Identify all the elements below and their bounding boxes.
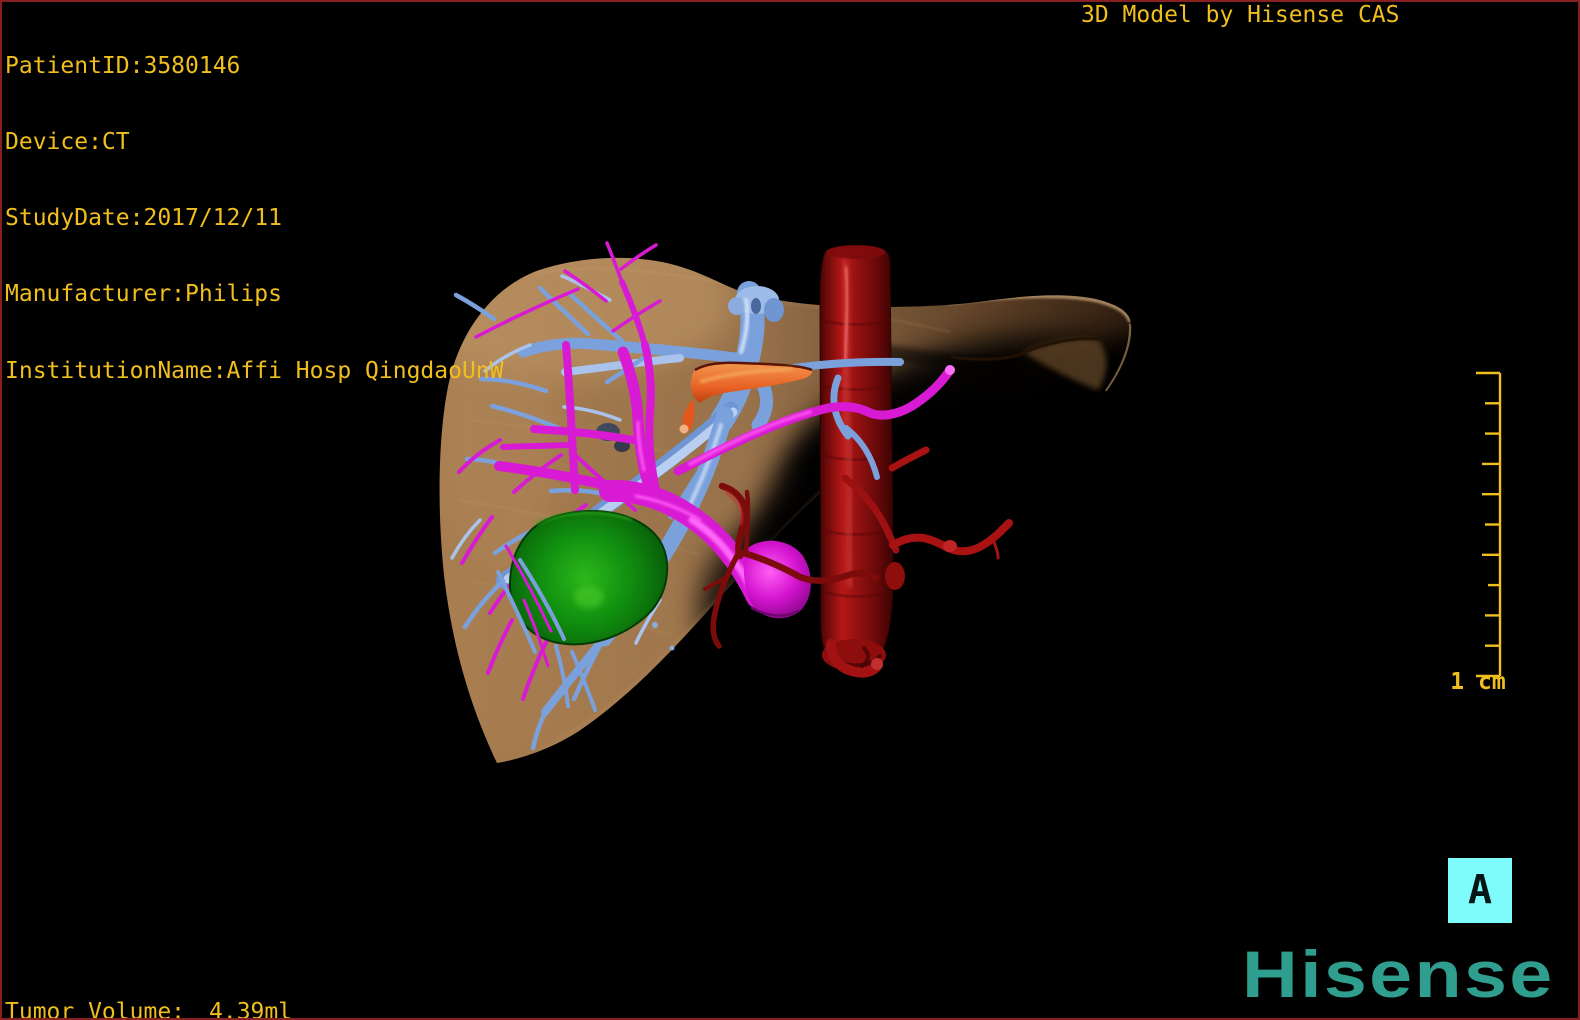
device-line: Device:CT — [5, 129, 130, 156]
aorta-branches[interactable] — [885, 446, 1013, 590]
liver-body[interactable] — [415, 235, 1185, 775]
patient-info-overlay: PatientID:3580146 Device:CT StudyDate:20… — [5, 3, 504, 435]
app-window: PatientID:3580146 Device:CT StudyDate:20… — [0, 0, 1580, 1020]
watermark-title: 3D Model by Hisense CAS — [1081, 2, 1400, 28]
measurements-overlay: Tumor Volume:4.39ml Liver Volume:1451ml — [5, 949, 292, 1020]
tumor-volume-label: Tumor Volume: — [5, 998, 186, 1020]
orientation-marker-badge[interactable]: A — [1448, 858, 1512, 923]
tumor-volume-value: 4.39ml — [209, 998, 293, 1020]
scale-bar — [1476, 371, 1502, 678]
manufacturer-line: Manufacturer:Philips — [5, 281, 282, 308]
scale-label: 1 cm — [1450, 669, 1506, 695]
aorta[interactable] — [819, 245, 900, 678]
viewport-3d[interactable] — [415, 235, 1185, 780]
study-date-line: StudyDate:2017/12/11 — [5, 205, 282, 232]
hisense-logo: Hisense — [1242, 937, 1555, 1011]
institution-line: InstitutionName:Affi Hosp QingdaoUnW — [5, 357, 504, 384]
tumor-volume-row: Tumor Volume: 4.39ml — [5, 998, 293, 1020]
patient-id-line: PatientID:3580146 — [5, 52, 241, 79]
